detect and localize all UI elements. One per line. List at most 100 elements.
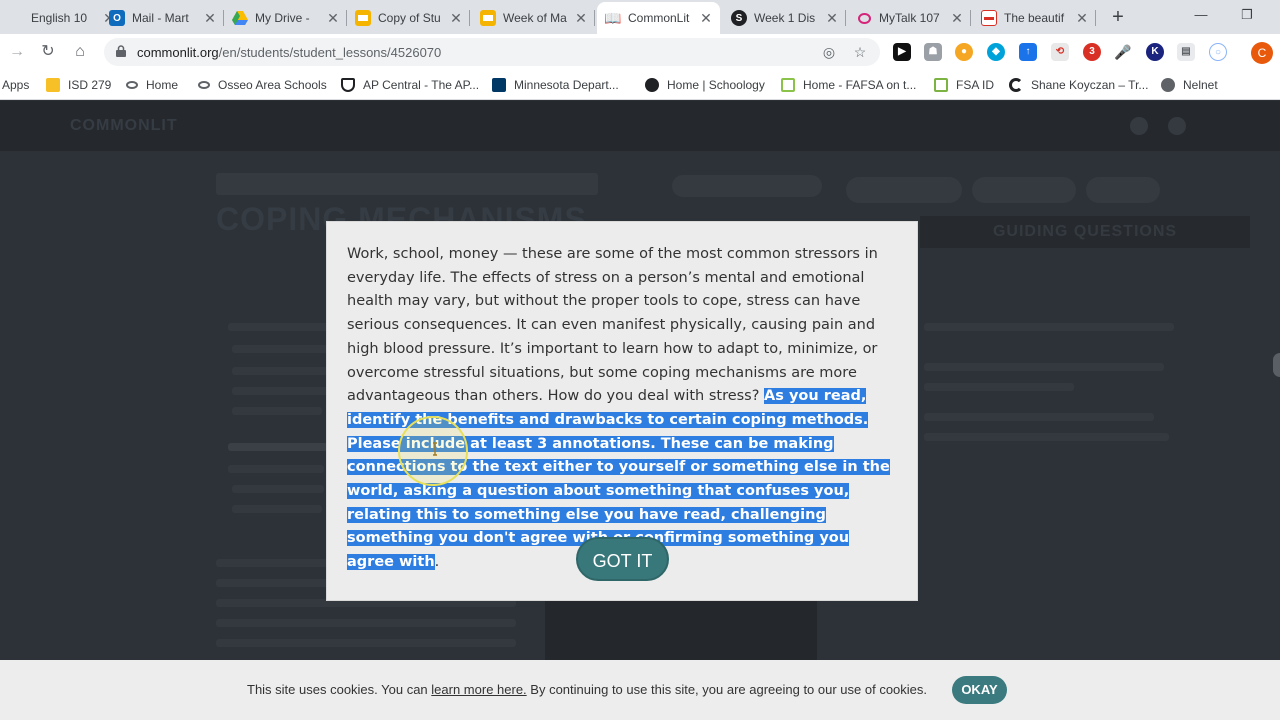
news-icon: [981, 10, 997, 26]
bookmark-label: Nelnet: [1183, 78, 1218, 92]
schoology-icon: S: [731, 10, 747, 26]
tab-title: English 10: [31, 11, 88, 25]
commonlit-icon: 📖: [604, 9, 622, 26]
fsa-icon: [934, 78, 948, 92]
modal-intro-text: Work, school, money — these are some of …: [347, 246, 878, 405]
new-tab-button[interactable]: +: [1106, 6, 1130, 30]
modal-text-end: .: [434, 554, 440, 571]
mn-icon: [492, 78, 506, 92]
close-icon[interactable]: ✕: [824, 10, 840, 27]
location-icon[interactable]: ◎: [820, 43, 838, 61]
text-line: [216, 639, 516, 647]
url-text: commonlit.org/en/students/student_lesson…: [137, 45, 441, 60]
extension-icon[interactable]: 3: [1083, 43, 1101, 61]
extension-icon[interactable]: ⟲: [1051, 43, 1069, 61]
bookmark-nelnet[interactable]: Nelnet: [1161, 76, 1218, 94]
close-icon[interactable]: ✕: [202, 10, 218, 27]
bookmark-label: Shane Koyczan – Tr...: [1031, 78, 1149, 92]
toolbar-button: [972, 177, 1076, 203]
bookmark-label: Home - FAFSA on t...: [803, 78, 917, 92]
extension-icon[interactable]: ●: [955, 43, 973, 61]
tab-mytalk[interactable]: MyTalk 107 ✕: [848, 2, 971, 34]
bookmark-schoology[interactable]: Home | Schoology: [645, 76, 765, 94]
close-icon[interactable]: ✕: [949, 10, 965, 27]
bookmark-label: ISD 279: [68, 78, 112, 92]
text-line: [924, 433, 1169, 441]
restore-icon[interactable]: ❐: [1227, 4, 1267, 28]
close-icon[interactable]: ✕: [325, 10, 341, 27]
text-line: [924, 413, 1154, 421]
bookmark-apps[interactable]: Apps: [2, 76, 29, 94]
text-line: [232, 505, 322, 513]
text-cursor-icon: [433, 442, 437, 456]
learn-more-link[interactable]: learn more here.: [431, 682, 526, 697]
extension-icon[interactable]: K: [1146, 43, 1164, 61]
url-path: /en/students/student_lessons/4526070: [218, 45, 442, 60]
got-it-button[interactable]: GOT IT: [576, 537, 669, 581]
bookmark-osseo[interactable]: Osseo Area Schools: [198, 76, 327, 94]
mic-icon[interactable]: 🎤: [1114, 43, 1132, 61]
text-line: [228, 465, 324, 473]
bookmark-fafsa[interactable]: Home - FAFSA on t...: [781, 76, 916, 94]
close-icon[interactable]: ✕: [1074, 10, 1090, 27]
extension-icon[interactable]: ▶: [893, 43, 911, 61]
shield-icon: [341, 78, 355, 92]
extension-icon[interactable]: ▤: [1177, 43, 1195, 61]
bookmark-isd-279[interactable]: ISD 279: [46, 76, 111, 94]
minimize-icon[interactable]: —: [1181, 4, 1221, 28]
tab-the-beautif[interactable]: The beautif ✕: [973, 2, 1096, 34]
bookmark-label: Home: [146, 78, 179, 92]
text-line: [228, 323, 338, 331]
text-line: [232, 367, 332, 375]
tab-commonlit[interactable]: 📖 CommonLit ✕: [597, 2, 720, 34]
bookmark-label: Osseo Area Schools: [218, 78, 327, 92]
tab-drive[interactable]: My Drive - ✕: [224, 2, 347, 34]
fafsa-icon: [781, 78, 795, 92]
cookie-text-after: By continuing to use this site, you are …: [526, 682, 928, 697]
text-line: [924, 383, 1074, 391]
toolbar-button: [846, 177, 962, 203]
extension-icon[interactable]: ☗: [924, 43, 942, 61]
close-icon[interactable]: ✕: [573, 10, 589, 27]
extension-icon[interactable]: ○: [1209, 43, 1227, 61]
bookmark-minnesota[interactable]: Minnesota Depart...: [492, 76, 619, 94]
cookie-banner: This site uses cookies. You can learn mo…: [0, 660, 1280, 720]
okay-button[interactable]: OKAY: [952, 676, 1007, 704]
bookmark-fsa-id[interactable]: FSA ID: [934, 76, 994, 94]
outlook-icon: O: [109, 10, 125, 26]
tab-copy-of-stu[interactable]: Copy of Stu ✕: [347, 2, 470, 34]
address-bar[interactable]: commonlit.org/en/students/student_lesson…: [104, 38, 880, 66]
tab-week-of-ma[interactable]: Week of Ma ✕: [472, 2, 595, 34]
breadcrumb: [216, 173, 598, 195]
text-line: [232, 387, 328, 395]
home-icon[interactable]: ⌂: [68, 40, 92, 64]
bookmark-label: FSA ID: [956, 78, 995, 92]
cookie-message: This site uses cookies. You can learn mo…: [247, 682, 927, 697]
video-panel: [545, 599, 817, 660]
user-icon: [1168, 117, 1186, 135]
extension-icon[interactable]: ↑: [1019, 43, 1037, 61]
forward-icon[interactable]: →: [5, 40, 29, 64]
lock-icon: [116, 45, 126, 57]
text-line: [232, 345, 336, 353]
spiral-icon: [1009, 78, 1023, 92]
bookmark-shane-koyczan[interactable]: Shane Koyczan – Tr...: [1009, 76, 1148, 94]
reload-icon[interactable]: ↻: [36, 40, 60, 64]
bookmark-label: AP Central - The AP...: [363, 78, 480, 92]
drive-icon: [232, 10, 248, 26]
tab-title: CommonLit: [628, 11, 690, 25]
link-icon: [126, 81, 138, 89]
profile-avatar[interactable]: C: [1251, 42, 1273, 64]
tab-week-1-dis[interactable]: S Week 1 Dis ✕: [723, 2, 846, 34]
bookmark-home[interactable]: Home: [126, 76, 178, 94]
bookmark-label: Minnesota Depart...: [514, 78, 619, 92]
bookmark-label: Apps: [2, 78, 30, 92]
extension-icon[interactable]: ◆: [987, 43, 1005, 61]
scroll-handle[interactable]: [1273, 353, 1280, 377]
close-icon[interactable]: ✕: [448, 10, 464, 27]
globe-icon: [1161, 78, 1175, 92]
bookmark-ap-central[interactable]: AP Central - The AP...: [341, 76, 479, 94]
tab-mail[interactable]: O Mail - Mart ✕: [101, 2, 224, 34]
close-icon[interactable]: ✕: [698, 10, 714, 27]
star-icon[interactable]: ☆: [851, 43, 869, 61]
